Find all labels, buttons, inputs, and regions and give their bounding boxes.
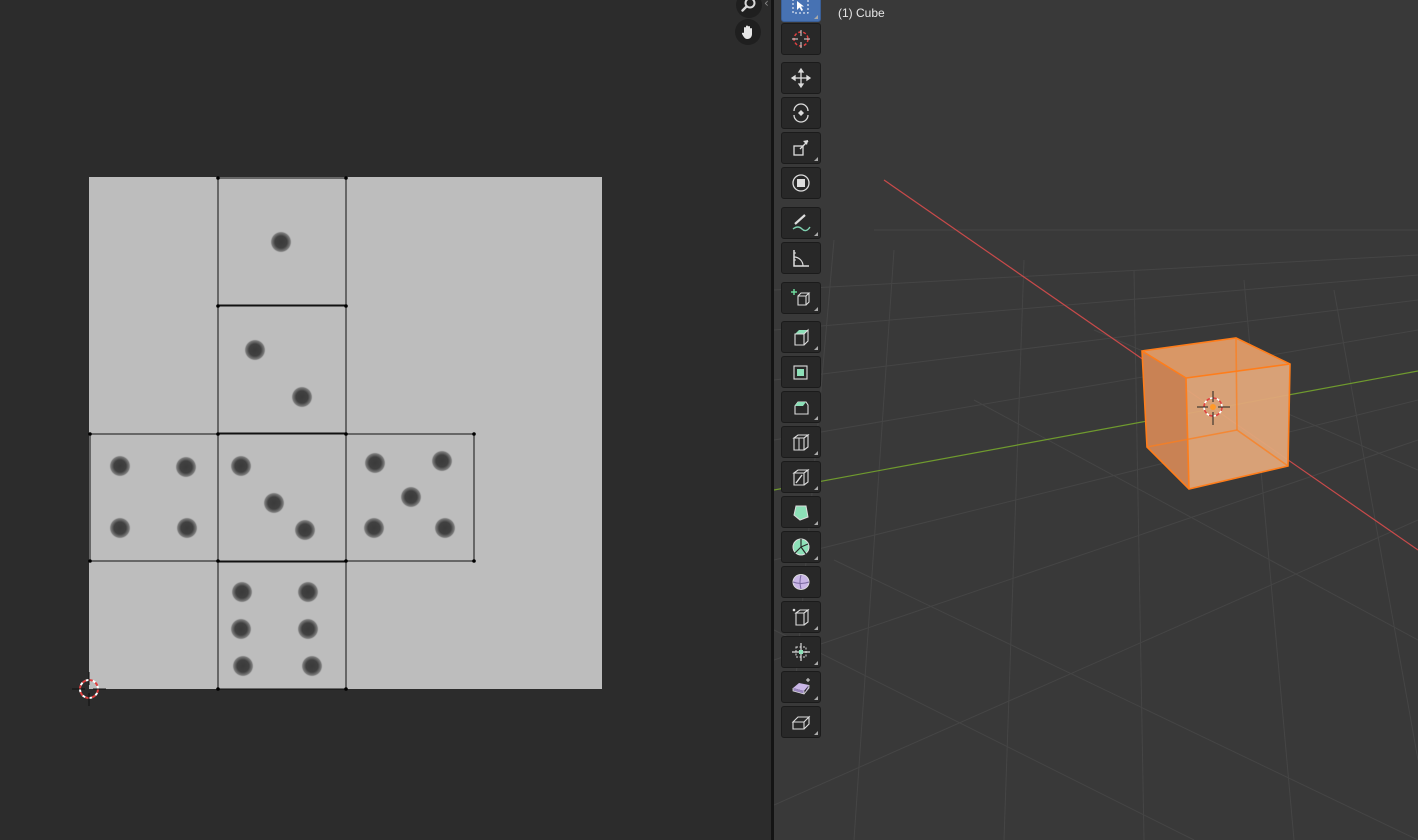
uv-layout-overlay xyxy=(72,176,476,706)
move-tool[interactable] xyxy=(781,62,821,94)
dice-pips xyxy=(109,231,456,677)
bevel-tool[interactable] xyxy=(781,391,821,423)
uv-islands xyxy=(89,177,475,690)
pip xyxy=(270,231,292,253)
tool-shelf xyxy=(781,0,821,742)
spin-tool[interactable] xyxy=(781,531,821,563)
scale-tool[interactable] xyxy=(781,132,821,164)
extrude-region-tool[interactable] xyxy=(781,321,821,353)
edge-slide-tool[interactable] xyxy=(781,601,821,633)
pip xyxy=(294,519,316,541)
scale-icon xyxy=(793,140,809,156)
pip xyxy=(364,452,386,474)
rip-region-tool[interactable] xyxy=(781,706,821,738)
pip xyxy=(176,517,198,539)
knife-tool[interactable] xyxy=(781,461,821,493)
add-cube-icon xyxy=(791,289,811,306)
loop-cut-icon xyxy=(792,433,810,451)
move-icon xyxy=(790,67,812,89)
pip xyxy=(363,517,385,539)
uv-face-four xyxy=(89,433,219,562)
edge-slide-icon xyxy=(792,608,810,626)
select-box-icon xyxy=(792,0,809,14)
shear-icon xyxy=(792,678,810,695)
cursor-tool[interactable] xyxy=(781,23,821,55)
pip xyxy=(434,517,456,539)
smooth-tool[interactable] xyxy=(781,566,821,598)
pip xyxy=(297,618,319,640)
y-axis-line xyxy=(774,370,1418,491)
pip xyxy=(291,386,313,408)
spin-icon xyxy=(792,538,810,556)
select-box-tool[interactable] xyxy=(781,0,821,22)
uv-editor-area[interactable]: ‹ xyxy=(0,0,771,840)
shrink-fatten-icon xyxy=(792,643,810,661)
loop-cut-tool[interactable] xyxy=(781,426,821,458)
pip xyxy=(232,655,254,677)
uv-2d-cursor-icon xyxy=(72,672,106,706)
rotate-tool[interactable] xyxy=(781,97,821,129)
pip xyxy=(263,492,285,514)
viewport-grid xyxy=(774,179,1418,840)
smooth-icon xyxy=(792,574,810,590)
pip xyxy=(301,655,323,677)
measure-ruler-icon xyxy=(793,250,809,267)
inset-icon xyxy=(793,365,808,380)
object-label: (1) Cube xyxy=(838,6,885,20)
extrude-icon xyxy=(794,328,809,346)
pip xyxy=(431,450,453,472)
bevel-icon xyxy=(794,401,809,415)
pip xyxy=(297,581,319,603)
inset-faces-tool[interactable] xyxy=(781,356,821,388)
uv-face-two xyxy=(217,305,347,434)
shrink-fatten-tool[interactable] xyxy=(781,636,821,668)
knife-icon xyxy=(792,468,810,486)
add-cube-tool[interactable] xyxy=(781,282,821,314)
pip xyxy=(231,581,253,603)
pip xyxy=(175,456,197,478)
pip xyxy=(109,455,131,477)
poly-build-tool[interactable] xyxy=(781,496,821,528)
rotate-icon xyxy=(793,103,809,123)
annotate-tool[interactable] xyxy=(781,207,821,239)
pip xyxy=(230,618,252,640)
transform-icon xyxy=(792,174,810,192)
pip xyxy=(230,455,252,477)
3d-viewport[interactable] xyxy=(774,0,1418,840)
pip xyxy=(109,517,131,539)
annotate-pencil-icon xyxy=(792,214,811,232)
transform-tool[interactable] xyxy=(781,167,821,199)
poly-build-icon xyxy=(793,505,809,521)
pip xyxy=(400,486,422,508)
shear-tool[interactable] xyxy=(781,671,821,703)
rip-region-icon xyxy=(791,715,811,730)
measure-tool[interactable] xyxy=(781,242,821,274)
pip xyxy=(244,339,266,361)
selected-cube xyxy=(1141,337,1291,490)
cursor-icon xyxy=(792,30,810,48)
